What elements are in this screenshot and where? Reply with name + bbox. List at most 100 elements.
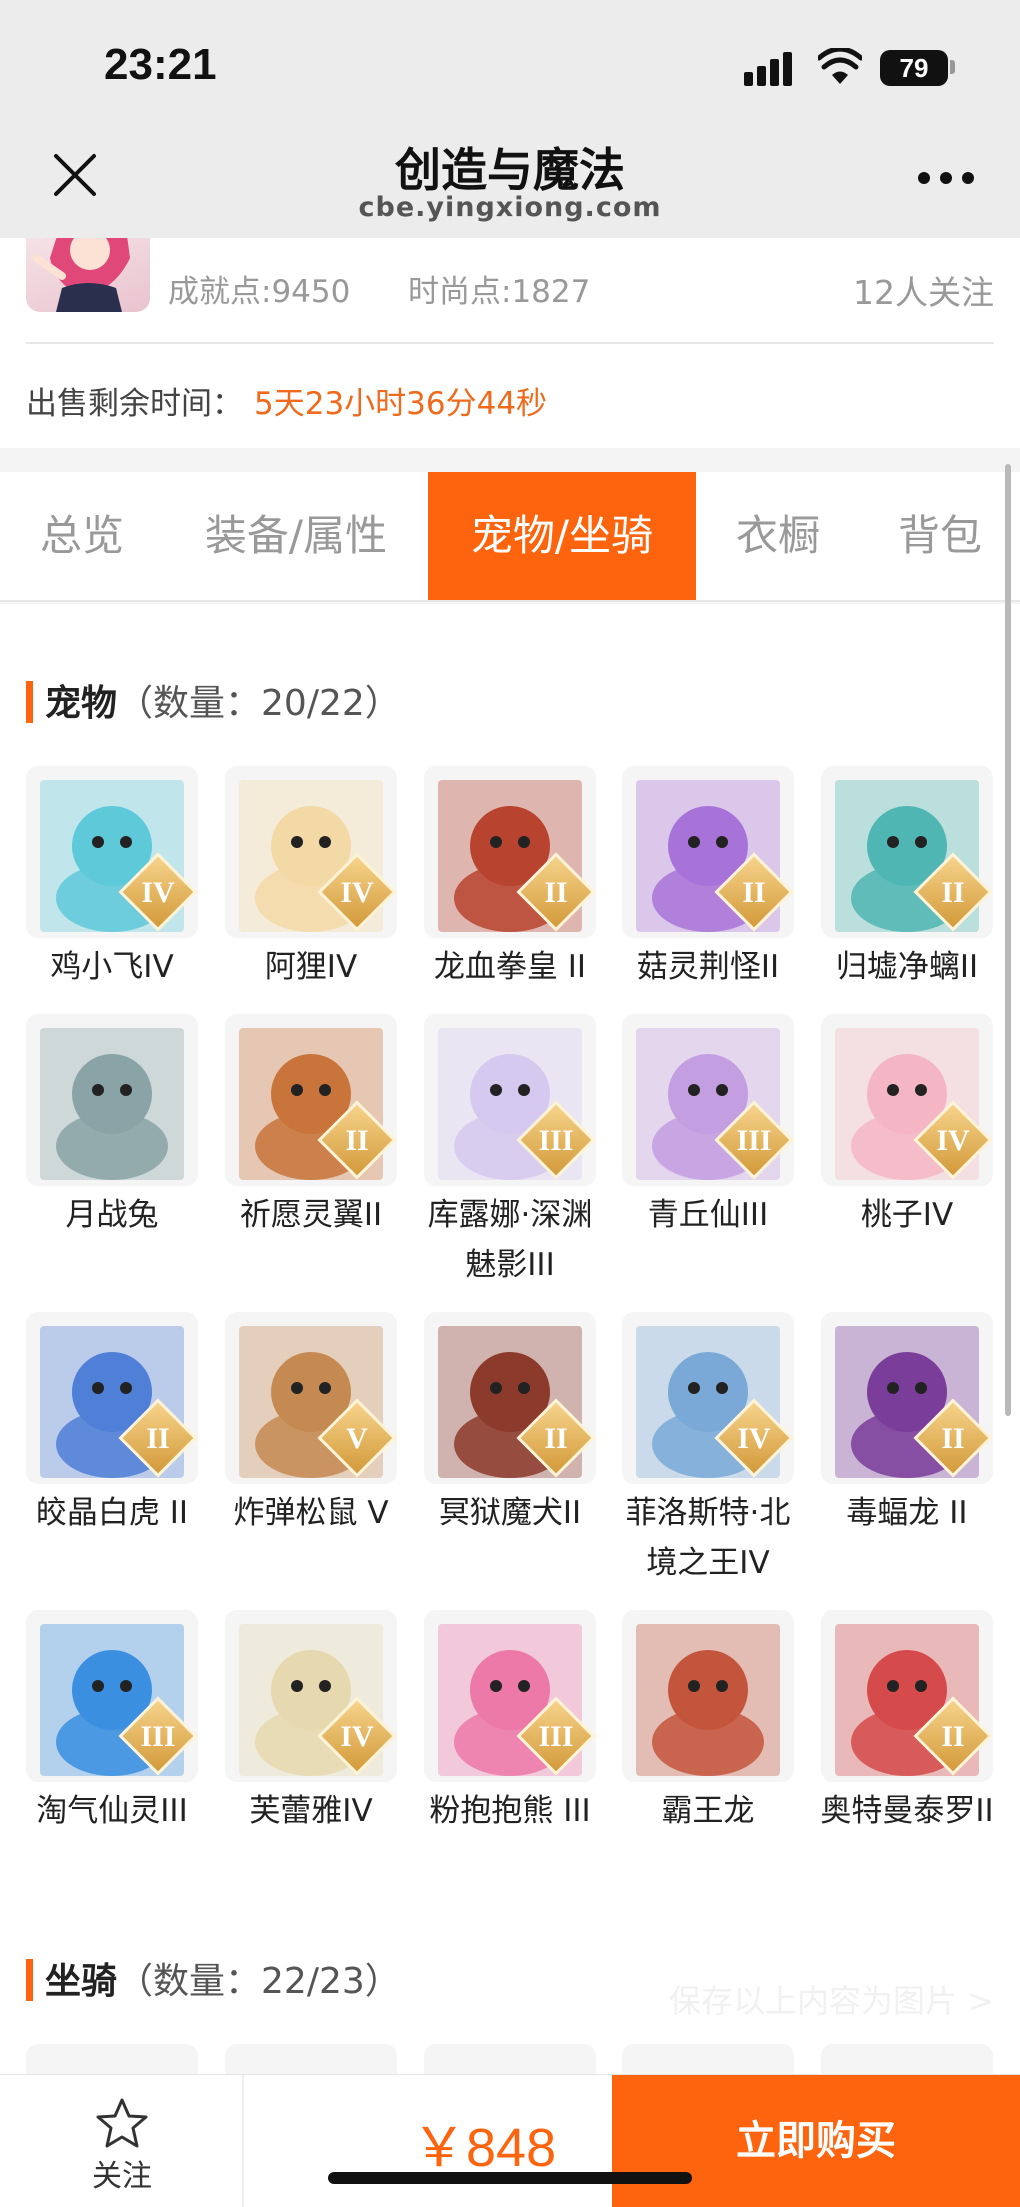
pet-image: III xyxy=(424,1610,596,1782)
pet-name: 归墟净螭II xyxy=(835,949,979,985)
pet-image: IV xyxy=(225,1610,397,1782)
pet-name: 霸王龙 xyxy=(661,1793,755,1829)
follower-count: 12人关注 xyxy=(853,273,994,312)
mounts-count: （数量：22/23） xyxy=(117,1961,401,2002)
pets-mounts-panel: 宠物（数量：20/22） IV 鸡小飞IV IV 阿狸IV II 龙血拳皇 II II 菇灵荆… xyxy=(0,604,1020,2084)
grade-badge-label: II xyxy=(544,876,568,909)
pet-item[interactable]: III 库露娜·深渊魅影III xyxy=(424,1014,596,1290)
pet-portrait xyxy=(40,1028,184,1180)
battery-cap xyxy=(950,60,955,74)
pet-item[interactable]: II 皎晶白虎 II xyxy=(26,1312,198,1538)
tab-equipment[interactable]: 装备/属性 xyxy=(164,472,428,600)
pet-name: 毒蝠龙 II xyxy=(846,1495,968,1531)
follow-label: 关注 xyxy=(92,2159,152,2194)
pet-name: 炸弹松鼠 V xyxy=(233,1495,389,1531)
grade-badge-label: II xyxy=(941,876,965,909)
tab-backpack[interactable]: 背包 xyxy=(860,472,1020,600)
pets-section-title: 宠物（数量：20/22） xyxy=(26,674,401,726)
pet-item[interactable]: II 毒蝠龙 II xyxy=(821,1312,993,1538)
follow-button[interactable]: 关注 xyxy=(0,2075,244,2207)
pet-item[interactable]: II 龙血拳皇 II xyxy=(424,766,596,992)
pet-name: 菲洛斯特·北境之王IV xyxy=(625,1495,791,1581)
pet-item[interactable]: IV 阿狸IV xyxy=(225,766,397,992)
grade-badge-label: II xyxy=(742,876,766,909)
pet-image: IV xyxy=(225,766,397,938)
fashion-points: 时尚点:1827 xyxy=(408,274,591,310)
pet-image: II xyxy=(26,1312,198,1484)
pet-name: 阿狸IV xyxy=(264,949,358,985)
pet-item[interactable]: V 炸弹松鼠 V xyxy=(225,1312,397,1538)
pet-item[interactable]: II 冥狱魔犬II xyxy=(424,1312,596,1538)
pet-name: 龙血拳皇 II xyxy=(433,949,587,985)
grade-badge-label: II xyxy=(941,1720,965,1753)
grade-badge-label: II xyxy=(345,1124,369,1157)
status-time: 23:21 xyxy=(104,40,217,89)
pet-name: 芙蕾雅IV xyxy=(249,1793,373,1829)
page-title: 创造与魔法 xyxy=(395,143,625,197)
grade-badge-label: IV xyxy=(737,1422,771,1455)
buy-now-button[interactable]: 立即购买 xyxy=(612,2075,1020,2207)
pet-item[interactable]: II 菇灵荆怪II xyxy=(622,766,794,992)
pet-image: IV xyxy=(622,1312,794,1484)
pet-name: 菇灵荆怪II xyxy=(636,949,780,985)
grade-badge-label: V xyxy=(346,1422,368,1455)
pet-item[interactable]: 霸王龙 xyxy=(622,1610,794,1836)
pet-name: 桃子IV xyxy=(860,1197,954,1233)
grade-badge-label: III xyxy=(538,1124,574,1157)
top-bar: 23:21 79 创造与魔法 cbe.yingxiong.com xyxy=(0,0,1020,238)
pet-item[interactable]: IV 鸡小飞IV xyxy=(26,766,198,992)
pet-item[interactable]: III 粉抱抱熊 III xyxy=(424,1610,596,1836)
pet-image: II xyxy=(424,1312,596,1484)
mounts-section-title: 坐骑（数量：22/23） xyxy=(26,1952,401,2004)
grade-badge-label: II xyxy=(941,1422,965,1455)
pet-image: II xyxy=(821,766,993,938)
pet-item[interactable]: II 祈愿灵翼II xyxy=(225,1014,397,1240)
pet-item[interactable]: II 奥特曼泰罗II xyxy=(820,1610,994,1836)
pet-name: 奥特曼泰罗II xyxy=(820,1793,994,1829)
grade-badge-label: IV xyxy=(340,1720,374,1753)
page-subtitle: cbe.yingxiong.com xyxy=(358,192,662,223)
pet-image xyxy=(622,1610,794,1782)
save-as-image-link[interactable]: 保存以上内容为图片 > xyxy=(669,1976,994,2022)
pet-portrait xyxy=(636,1624,780,1776)
section-accent xyxy=(26,681,33,723)
pet-name: 青丘仙III xyxy=(647,1197,769,1233)
pet-image: II xyxy=(821,1312,993,1484)
divider xyxy=(26,342,994,344)
grade-badge-label: III xyxy=(736,1124,772,1157)
pet-item[interactable]: III 青丘仙III xyxy=(622,1014,794,1240)
pet-name: 鸡小飞IV xyxy=(50,949,174,985)
pet-image: II xyxy=(821,1610,993,1782)
pet-item[interactable]: IV 桃子IV xyxy=(821,1014,993,1240)
tab-bar: 总览 装备/属性 宠物/坐骑 衣橱 背包 xyxy=(0,472,1020,602)
signal-icon xyxy=(744,52,800,86)
pet-image: II xyxy=(225,1014,397,1186)
pet-name: 皎晶白虎 II xyxy=(35,1495,189,1531)
pet-item[interactable]: IV 菲洛斯特·北境之王IV xyxy=(622,1312,794,1588)
wifi-icon xyxy=(818,48,862,84)
section-accent xyxy=(26,1959,33,2001)
scrollbar[interactable] xyxy=(1005,464,1011,1416)
pet-item[interactable]: 月战兔 xyxy=(26,1014,198,1240)
star-icon xyxy=(96,2098,148,2148)
sale-time-remaining: 5天23小时36分44秒 xyxy=(254,386,548,422)
grade-badge-label: IV xyxy=(936,1124,970,1157)
grade-badge-label: III xyxy=(140,1720,176,1753)
more-options-icon[interactable] xyxy=(918,172,974,186)
pet-item[interactable]: III 淘气仙灵III xyxy=(26,1610,198,1836)
pet-image: V xyxy=(225,1312,397,1484)
tab-overview[interactable]: 总览 xyxy=(0,472,164,600)
pet-item[interactable]: IV 芙蕾雅IV xyxy=(225,1610,397,1836)
pet-item[interactable]: II 归墟净螭II xyxy=(821,766,993,992)
sale-time-label: 出售剩余时间： xyxy=(26,386,243,422)
battery-level: 79 xyxy=(880,50,948,86)
price: ￥848 xyxy=(412,2118,557,2178)
bottom-bar: 关注 ￥848 立即购买 xyxy=(0,2074,1020,2207)
home-indicator[interactable] xyxy=(328,2172,692,2184)
tab-pets-mounts[interactable]: 宠物/坐骑 xyxy=(428,472,696,600)
pet-name: 粉抱抱熊 III xyxy=(429,1793,591,1829)
pet-name: 淘气仙灵III xyxy=(36,1793,188,1829)
tab-wardrobe[interactable]: 衣橱 xyxy=(696,472,860,600)
pet-name: 祈愿灵翼II xyxy=(239,1197,383,1233)
pet-image: IV xyxy=(821,1014,993,1186)
